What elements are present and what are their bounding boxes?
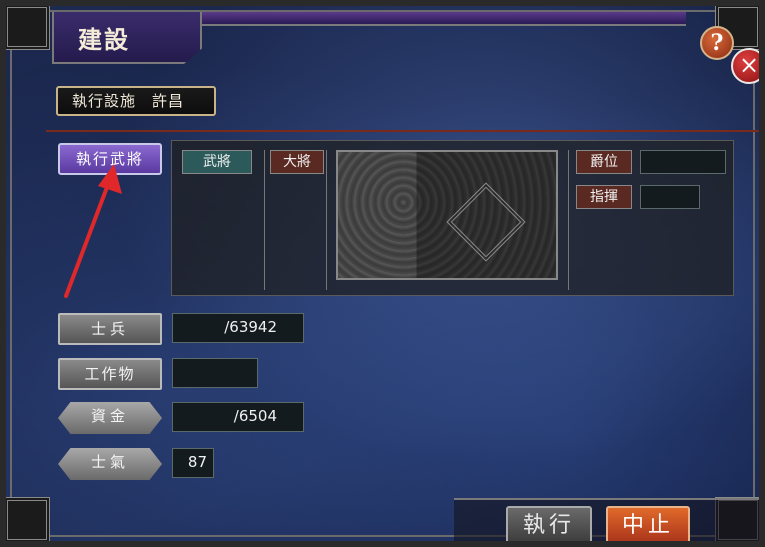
divider — [46, 130, 759, 132]
morale-label: 士氣 — [58, 448, 162, 480]
tab-chief[interactable]: 大將 — [270, 150, 324, 174]
officer-portrait — [336, 150, 558, 280]
location-plate: 執行設施 許昌 — [56, 86, 216, 116]
construction-dialog: 建設 ? × 執行設施 許昌 執行武將 武將 大將 爵位 指揮 士兵 /63942… — [0, 0, 765, 547]
cancel-button[interactable]: 中止 — [606, 506, 690, 541]
title-ribbon — [136, 12, 686, 26]
portrait-placeholder-icon — [446, 182, 526, 262]
corner-ornament — [6, 6, 50, 50]
soldiers-button[interactable]: 士兵 — [58, 313, 162, 345]
city-label: 許昌 — [152, 92, 185, 110]
funds-value: /6504 — [172, 402, 304, 432]
tab-general[interactable]: 武將 — [182, 150, 252, 174]
action-label: 執行設施 — [72, 92, 137, 110]
window-title: 建設 — [78, 25, 130, 54]
command-value — [640, 185, 700, 209]
annotation-arrow-icon — [64, 164, 122, 298]
execute-button[interactable]: 執行 — [506, 506, 592, 541]
funds-label: 資金 — [58, 402, 162, 434]
rank-label: 爵位 — [576, 150, 632, 174]
divider — [568, 150, 569, 290]
divider — [264, 150, 265, 290]
corner-ornament — [6, 497, 50, 541]
soldiers-value: /63942 — [172, 313, 304, 343]
command-label: 指揮 — [576, 185, 632, 209]
works-value — [172, 358, 258, 388]
help-button[interactable]: ? — [700, 26, 734, 60]
morale-value: 87 — [172, 448, 214, 478]
works-button[interactable]: 工作物 — [58, 358, 162, 390]
divider — [326, 150, 327, 290]
close-button[interactable]: × — [731, 48, 759, 84]
rank-value — [640, 150, 726, 174]
